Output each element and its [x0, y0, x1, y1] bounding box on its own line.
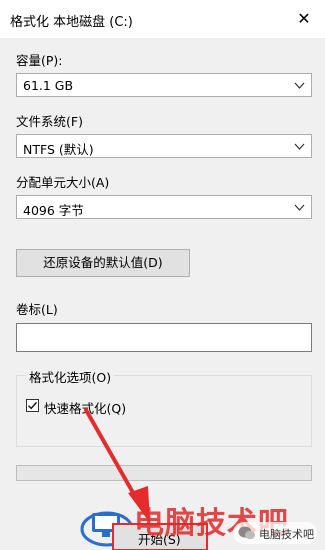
- title-bar: 格式化 本地磁盘 (C:) ✕: [0, 0, 325, 38]
- chevron-down-icon: [294, 82, 305, 89]
- file-system-select[interactable]: NTFS (默认): [16, 134, 312, 158]
- checkbox-checked-icon: [26, 399, 39, 412]
- wechat-badge-text: 电脑技术吧: [259, 528, 314, 541]
- volume-label-input[interactable]: [16, 323, 312, 352]
- format-options-legend: 格式化选项(O): [26, 367, 115, 386]
- capacity-value: 61.1 GB: [23, 78, 74, 93]
- format-dialog: 格式化 本地磁盘 (C:) ✕ 容量(P): 61.1 GB 文件系统(F) N…: [0, 0, 325, 550]
- allocation-unit-value: 4096 字节: [23, 203, 84, 218]
- wechat-badge: 电脑技术吧: [233, 522, 317, 544]
- close-button[interactable]: ✕: [291, 6, 317, 32]
- volume-label-label: 卷标(L): [16, 302, 58, 317]
- chevron-down-icon: [294, 204, 305, 211]
- restore-defaults-button[interactable]: 还原设备的默认值(D): [16, 249, 190, 277]
- close-icon: ✕: [297, 9, 311, 28]
- chevron-down-icon: [294, 143, 305, 150]
- allocation-unit-select[interactable]: 4096 字节: [16, 195, 312, 219]
- wechat-icon: [238, 526, 255, 540]
- quick-format-label: 快速格式化(Q): [44, 401, 127, 416]
- file-system-label: 文件系统(F): [16, 114, 83, 129]
- window-title: 格式化 本地磁盘 (C:): [10, 15, 133, 30]
- capacity-select[interactable]: 61.1 GB: [16, 73, 312, 97]
- format-progress-bar: [16, 465, 312, 481]
- allocation-unit-label: 分配单元大小(A): [16, 175, 110, 190]
- capacity-label: 容量(P):: [16, 53, 63, 68]
- file-system-value: NTFS (默认): [23, 142, 94, 157]
